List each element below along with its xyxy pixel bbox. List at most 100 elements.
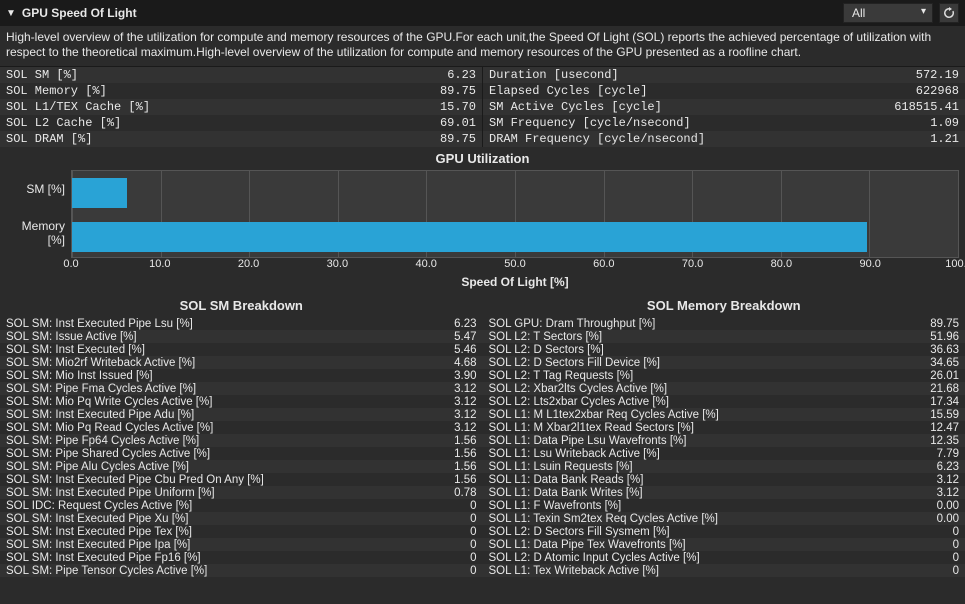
chart-x-label: Speed Of Light [%]: [71, 274, 959, 290]
metric-row: SOL Memory [%]89.75: [0, 83, 482, 99]
breakdown-row: SOL L2: D Sectors Fill Sysmem [%]0: [483, 525, 965, 538]
metric-value: 6.23: [396, 68, 476, 82]
breakdown-value: 34.65: [909, 357, 959, 369]
metric-value: 15.70: [396, 100, 476, 114]
refresh-button[interactable]: [939, 3, 959, 23]
breakdown-row: SOL L1: Data Pipe Lsu Wavefronts [%]12.3…: [483, 434, 965, 447]
breakdown-value: 6.23: [427, 318, 477, 330]
metric-label: SOL DRAM [%]: [6, 132, 396, 146]
breakdown-label: SOL SM: Pipe Fma Cycles Active [%]: [6, 383, 427, 395]
chart-bar: [72, 222, 867, 252]
breakdown-row: SOL SM: Mio Pq Write Cycles Active [%]3.…: [0, 395, 483, 408]
metric-row: SOL DRAM [%]89.75: [0, 131, 482, 147]
breakdown-value: 0: [427, 500, 477, 512]
breakdown-row: SOL L1: Data Pipe Tex Wavefronts [%]0: [483, 538, 965, 551]
breakdown-value: 3.12: [427, 383, 477, 395]
breakdown-label: SOL L1: Data Bank Reads [%]: [489, 474, 910, 486]
collapse-icon[interactable]: ▼: [6, 8, 16, 19]
chart-x-tick: 50.0: [504, 258, 525, 270]
breakdown-label: SOL SM: Inst Executed Pipe Ipa [%]: [6, 539, 427, 551]
breakdown-mem-title: SOL Memory Breakdown: [483, 292, 965, 317]
metrics-grid: SOL SM [%]6.23SOL Memory [%]89.75SOL L1/…: [0, 67, 965, 147]
breakdown-value: 3.12: [909, 474, 959, 486]
breakdown-mem-col: SOL Memory Breakdown SOL GPU: Dram Throu…: [483, 292, 965, 577]
breakdown-label: SOL L2: Xbar2lts Cycles Active [%]: [489, 383, 910, 395]
breakdown-row: SOL SM: Inst Executed Pipe Xu [%]0: [0, 512, 483, 525]
breakdown-value: 6.23: [909, 461, 959, 473]
breakdown-label: SOL L2: D Sectors Fill Device [%]: [489, 357, 910, 369]
breakdown-row: SOL L1: Lsuin Requests [%]6.23: [483, 460, 965, 473]
breakdown-value: 0: [909, 565, 959, 577]
metric-row: SOL SM [%]6.23: [0, 67, 482, 83]
breakdown-value: 1.56: [427, 435, 477, 447]
breakdown-value: 21.68: [909, 383, 959, 395]
chart-y-tick: Memory [%]: [6, 219, 65, 247]
breakdown-value: 0: [427, 526, 477, 538]
breakdown-row: SOL L2: T Sectors [%]51.96: [483, 330, 965, 343]
chart-x-tick: 70.0: [682, 258, 703, 270]
breakdown-value: 51.96: [909, 331, 959, 343]
breakdown-value: 0: [427, 565, 477, 577]
breakdown-row: SOL SM: Pipe Fp64 Cycles Active [%]1.56: [0, 434, 483, 447]
metric-row: Elapsed Cycles [cycle]622968: [483, 83, 965, 99]
panel-title: GPU Speed Of Light: [22, 6, 837, 20]
breakdown-row: SOL SM: Pipe Tensor Cycles Active [%]0: [0, 564, 483, 577]
breakdown-row: SOL SM: Inst Executed Pipe Ipa [%]0: [0, 538, 483, 551]
metric-value: 1.21: [879, 132, 959, 146]
metrics-right-col: Duration [usecond]572.19Elapsed Cycles […: [483, 67, 965, 147]
breakdown-label: SOL SM: Mio Inst Issued [%]: [6, 370, 427, 382]
metric-label: SM Frequency [cycle/nsecond]: [489, 116, 879, 130]
breakdown-label: SOL L1: Texin Sm2tex Req Cycles Active […: [489, 513, 910, 525]
metric-label: SOL SM [%]: [6, 68, 396, 82]
breakdown-row: SOL SM: Inst Executed Pipe Lsu [%]6.23: [0, 317, 483, 330]
breakdown-row: SOL L2: D Sectors Fill Device [%]34.65: [483, 356, 965, 369]
breakdown-label: SOL L1: Lsu Writeback Active [%]: [489, 448, 910, 460]
breakdown-label: SOL L2: T Tag Requests [%]: [489, 370, 910, 382]
metric-label: Duration [usecond]: [489, 68, 879, 82]
metrics-left-col: SOL SM [%]6.23SOL Memory [%]89.75SOL L1/…: [0, 67, 483, 147]
breakdown-label: SOL L1: Data Bank Writes [%]: [489, 487, 910, 499]
chart-container: GPU Utilization SM [%]Memory [%] 0.010.0…: [0, 147, 965, 292]
breakdown-value: 0.78: [427, 487, 477, 499]
breakdown-label: SOL SM: Pipe Tensor Cycles Active [%]: [6, 565, 427, 577]
chart-x-axis: 0.010.020.030.040.050.060.070.080.090.01…: [71, 258, 959, 274]
chart-x-tick: 10.0: [149, 258, 170, 270]
breakdown-label: SOL SM: Inst Executed Pipe Adu [%]: [6, 409, 427, 421]
breakdown-label: SOL L1: Data Pipe Lsu Wavefronts [%]: [489, 435, 910, 447]
chart-x-tick: 80.0: [771, 258, 792, 270]
metric-row: SM Active Cycles [cycle]618515.41: [483, 99, 965, 115]
metric-label: SOL Memory [%]: [6, 84, 396, 98]
breakdown-label: SOL SM: Inst Executed Pipe Uniform [%]: [6, 487, 427, 499]
filter-dropdown[interactable]: All: [843, 3, 933, 23]
breakdown-label: SOL SM: Mio Pq Write Cycles Active [%]: [6, 396, 427, 408]
breakdown-label: SOL L2: Lts2xbar Cycles Active [%]: [489, 396, 910, 408]
breakdown-value: 36.63: [909, 344, 959, 356]
breakdown-row: SOL SM: Mio Inst Issued [%]3.90: [0, 369, 483, 382]
breakdown-value: 5.47: [427, 331, 477, 343]
chart-plot: [71, 170, 959, 258]
chart-x-tick: 0.0: [63, 258, 78, 270]
chart-x-tick: 40.0: [415, 258, 436, 270]
metric-label: SM Active Cycles [cycle]: [489, 100, 879, 114]
metric-value: 572.19: [879, 68, 959, 82]
breakdown-row: SOL SM: Inst Executed Pipe Cbu Pred On A…: [0, 473, 483, 486]
breakdown-row: SOL SM: Inst Executed Pipe Fp16 [%]0: [0, 551, 483, 564]
breakdown-label: SOL L1: Tex Writeback Active [%]: [489, 565, 910, 577]
breakdown-value: 1.56: [427, 461, 477, 473]
metric-value: 622968: [879, 84, 959, 98]
breakdown-row: SOL SM: Inst Executed Pipe Adu [%]3.12: [0, 408, 483, 421]
breakdown-label: SOL L1: M Xbar2l1tex Read Sectors [%]: [489, 422, 910, 434]
breakdown-row: SOL SM: Pipe Fma Cycles Active [%]3.12: [0, 382, 483, 395]
breakdown-value: 5.46: [427, 344, 477, 356]
breakdown-label: SOL L1: M L1tex2xbar Req Cycles Active […: [489, 409, 910, 421]
breakdown-row: SOL L1: Data Bank Reads [%]3.12: [483, 473, 965, 486]
breakdown-value: 89.75: [909, 318, 959, 330]
breakdown-label: SOL L2: T Sectors [%]: [489, 331, 910, 343]
breakdown-label: SOL SM: Inst Executed [%]: [6, 344, 427, 356]
breakdown-row: SOL SM: Issue Active [%]5.47: [0, 330, 483, 343]
breakdown-sm-col: SOL SM Breakdown SOL SM: Inst Executed P…: [0, 292, 483, 577]
metric-value: 1.09: [879, 116, 959, 130]
breakdown-value: 0: [427, 513, 477, 525]
breakdown-value: 3.12: [909, 487, 959, 499]
breakdown-value: 7.79: [909, 448, 959, 460]
